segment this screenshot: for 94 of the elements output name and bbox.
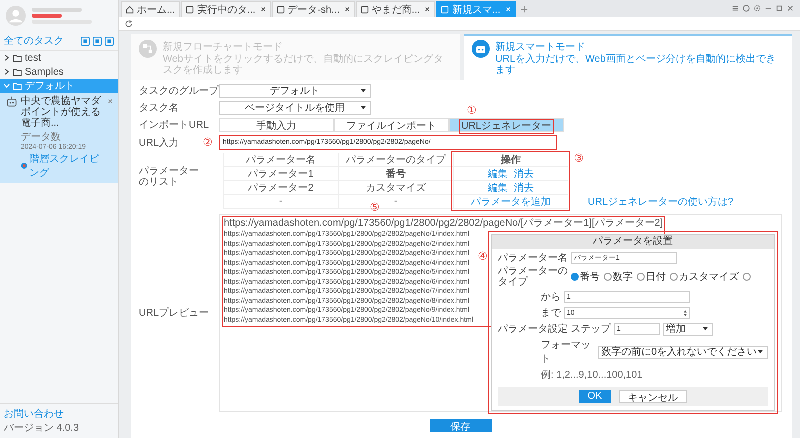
table-cell: パラメーター2 [224, 181, 338, 195]
all-tasks-heading: 全てのタスク [4, 35, 64, 48]
tab[interactable]: やまだ商... [356, 1, 436, 17]
table-cell: - [224, 195, 338, 209]
segment-button[interactable]: ファイルインポート [334, 118, 449, 132]
spinner-arrows-icon [684, 310, 687, 316]
task-name-select[interactable]: ページタイトルを使用 [219, 101, 371, 115]
example-text: 例: 1,2...9,10...100,101 [541, 369, 643, 382]
segment-button[interactable]: URLジェネレーター [449, 118, 564, 132]
add-tab-icon[interactable] [520, 6, 528, 13]
action-link[interactable]: 消去 [514, 180, 534, 194]
radio-button[interactable] [670, 273, 678, 281]
field-label: URLプレビュー [139, 306, 210, 320]
callout-number: ④ [478, 251, 488, 262]
version-label: バージョン 4.0.3 [4, 422, 80, 435]
table-cell: カスタマイズ [339, 181, 453, 195]
flowchart-icon [139, 40, 157, 58]
tab[interactable]: 実行中のタ... [181, 1, 271, 17]
table-cell: 番号 [339, 167, 453, 181]
field-label: から [541, 291, 561, 304]
radio-label: カスタマイズ [679, 271, 739, 284]
folder-item[interactable]: test [0, 51, 118, 65]
field-label: タスク名 [139, 102, 180, 115]
page-icon [360, 6, 369, 14]
callout-number: ⑤ [370, 202, 380, 213]
action-link[interactable]: 編集 [488, 180, 508, 194]
radio-button[interactable] [637, 273, 645, 281]
page-icon [276, 6, 285, 14]
action-link[interactable]: パラメータを追加 [471, 194, 551, 208]
dialog-title: パラメータを設置 [492, 235, 774, 249]
dropdown-icon [758, 350, 763, 354]
task-mode-label: 階層スクレイピング [30, 152, 101, 180]
format-select[interactable]: 数字の前に0を入れないでください [598, 346, 768, 358]
home-icon [126, 6, 134, 14]
caret-icon [4, 55, 10, 61]
cancel-button[interactable]: キャンセル [619, 390, 688, 403]
field-label: フォーマット [541, 339, 592, 366]
radio-button[interactable] [743, 273, 751, 281]
segment-button[interactable]: 手動入力 [219, 118, 334, 132]
field-label: ステップ [571, 322, 611, 336]
dropdown-icon [361, 106, 366, 110]
table-cell: パラメーター1 [224, 167, 338, 181]
dropdown-icon [361, 89, 366, 93]
menu-icon[interactable] [732, 5, 739, 12]
redacted-name-drawing [32, 8, 92, 24]
robot-icon [6, 96, 18, 108]
radio-button[interactable] [571, 273, 579, 281]
dropdown-icon [703, 327, 708, 331]
group-select[interactable]: デフォルト [219, 84, 371, 98]
page-icon [441, 6, 450, 14]
folder-item[interactable]: Samples [0, 65, 118, 79]
field-label: まで [541, 307, 561, 320]
radio-button[interactable] [604, 273, 612, 281]
field-label: URL入力 [139, 136, 180, 150]
callout-number: ③ [574, 153, 584, 164]
close-icon[interactable] [425, 7, 430, 12]
callout-number: ② [203, 137, 213, 148]
radio-label: 番号 [580, 270, 600, 284]
data-count-label: データ数 [21, 131, 62, 144]
mode-description: URLを入力だけで、Web画面とページ分けを自動的に検出できます [496, 54, 777, 76]
mode-title: 新規フローチャートモード [163, 40, 284, 54]
minimize-icon[interactable] [765, 5, 772, 12]
callout-number: ① [467, 105, 477, 116]
step-mode-select[interactable]: 増加 [663, 322, 713, 336]
help-link[interactable]: URLジェネレーターの使い方は? [588, 195, 734, 209]
radio-label: 数字 [613, 270, 633, 284]
column-header: パラメーターのタイプ [339, 153, 453, 167]
field-label: インポートURL [139, 119, 210, 132]
column-header: 操作 [454, 153, 568, 167]
mode-title: 新規スマートモード [496, 40, 586, 54]
mode-card[interactable]: 新規スマートモード URLを入力だけで、Web画面とページ分けを自動的に検出できます [464, 34, 792, 80]
maximize-icon[interactable] [776, 5, 783, 12]
url-line: https://yamadashoten.com/pg/173560/pg1/2800/pg2/2802/pageNo/[パラメーター1][パラメーター2] [224, 218, 664, 230]
radio-label: 日付 [646, 271, 666, 284]
field-label: パラメーターのリスト [139, 166, 200, 188]
robot-icon [472, 40, 490, 58]
field-label: パラメーターのタイプ [498, 266, 568, 288]
field-label: タスクのグループ [139, 84, 219, 98]
action-link[interactable]: 編集 [488, 166, 508, 180]
tab[interactable]: ホーム... [121, 1, 180, 17]
avatar-icon [6, 6, 26, 26]
mode-description: Webサイトをクリックするだけで、自動的にスクレイピングタスクを作成します [163, 54, 444, 76]
tab[interactable]: データ-sh... [272, 1, 355, 17]
caret-icon [4, 69, 10, 75]
column-header: パラメーター名 [224, 153, 338, 167]
close-icon[interactable] [260, 7, 266, 12]
caret-icon [4, 83, 10, 89]
field-label: パラメーター名 [498, 252, 568, 264]
field-label: パラメータ設定 [498, 324, 568, 334]
task-title: 中央で農協ヤマダポイントが使える電子商... [21, 96, 102, 129]
refresh-icon[interactable] [125, 20, 133, 28]
page-icon [186, 6, 194, 14]
action-link[interactable]: 消去 [514, 166, 534, 180]
close-icon[interactable] [344, 7, 350, 12]
